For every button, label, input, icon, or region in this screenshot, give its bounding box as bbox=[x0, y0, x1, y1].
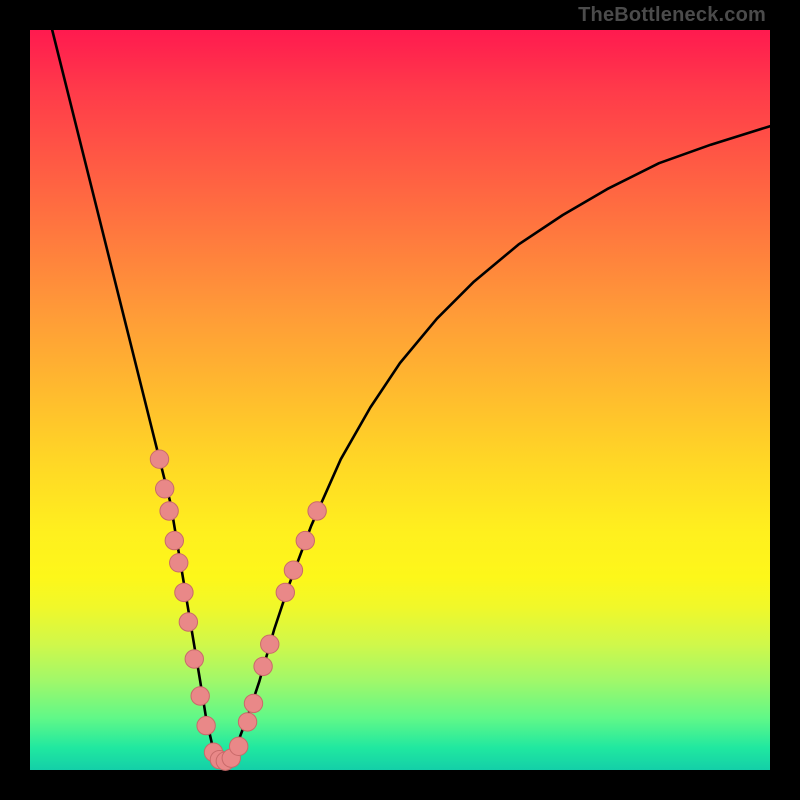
marker-left-cluster bbox=[185, 650, 203, 668]
marker-right-cluster bbox=[308, 502, 326, 520]
marker-right-cluster bbox=[276, 583, 294, 601]
marker-left-cluster bbox=[191, 687, 209, 705]
marker-left-cluster bbox=[197, 716, 215, 734]
marker-left-cluster bbox=[160, 502, 178, 520]
marker-left-cluster bbox=[179, 613, 197, 631]
marker-left-cluster bbox=[155, 480, 173, 498]
attribution-text: TheBottleneck.com bbox=[578, 4, 766, 27]
marker-left-cluster bbox=[150, 450, 168, 468]
marker-bottom bbox=[229, 737, 247, 755]
bottleneck-curve bbox=[52, 30, 770, 763]
markers-group bbox=[150, 450, 326, 770]
frame: TheBottleneck.com bbox=[0, 0, 800, 800]
marker-left-cluster bbox=[175, 583, 193, 601]
marker-right-cluster bbox=[296, 531, 314, 549]
marker-right-cluster bbox=[254, 657, 272, 675]
marker-right-cluster bbox=[261, 635, 279, 653]
chart-svg bbox=[30, 30, 770, 770]
marker-right-cluster bbox=[244, 694, 262, 712]
marker-left-cluster bbox=[170, 554, 188, 572]
marker-right-cluster bbox=[238, 713, 256, 731]
marker-right-cluster bbox=[284, 561, 302, 579]
marker-left-cluster bbox=[165, 531, 183, 549]
